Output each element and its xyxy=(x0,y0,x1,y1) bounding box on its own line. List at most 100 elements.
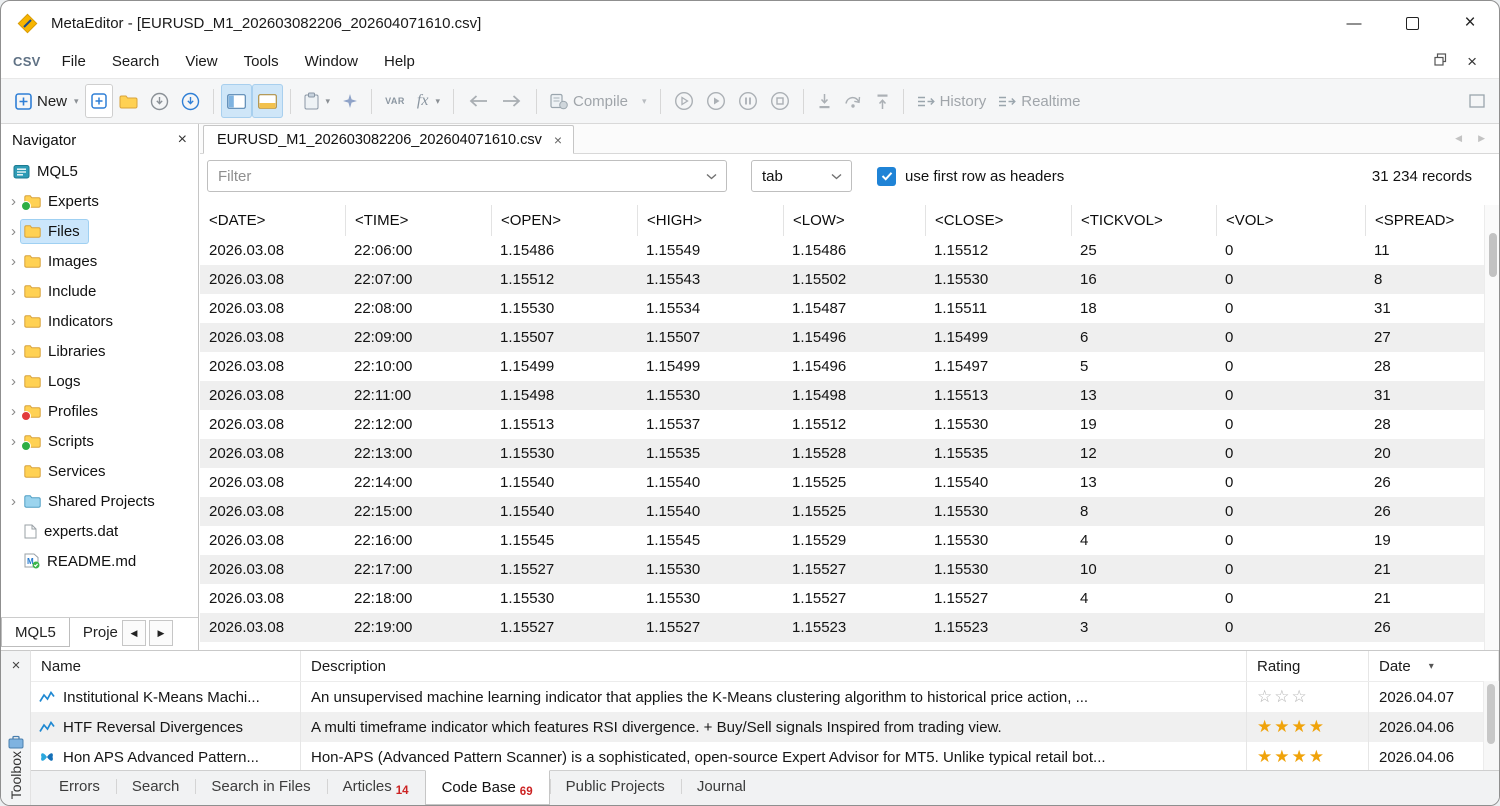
nav-item-include[interactable]: ›Include xyxy=(1,276,198,306)
toolbox-tab-journal[interactable]: Journal xyxy=(681,771,762,802)
toolbox-tab-errors[interactable]: Errors xyxy=(43,771,116,802)
column-header-name[interactable]: Name xyxy=(31,651,301,681)
nav-item-scripts[interactable]: ›Scripts xyxy=(1,426,198,456)
nav-item-experts[interactable]: ›Experts xyxy=(1,186,198,216)
toolbox-tab-code-base[interactable]: Code Base69 xyxy=(425,770,550,805)
compile-button[interactable]: Compile xyxy=(544,84,634,118)
toolbox-tab-public-projects[interactable]: Public Projects xyxy=(550,771,681,802)
csv-row[interactable]: 2026.03.0822:13:001.155301.155351.155281… xyxy=(200,439,1485,468)
tabs-scroll-right-icon[interactable]: ▶ xyxy=(1478,133,1485,144)
csv-row[interactable]: 2026.03.0822:19:001.155271.155271.155231… xyxy=(200,613,1485,642)
tab-scroll-left-button[interactable]: ◀ xyxy=(122,620,146,646)
star-icon[interactable]: ☆ xyxy=(1257,687,1274,707)
column-header[interactable]: <TIME> xyxy=(345,205,491,236)
csv-row[interactable]: 2026.03.0822:10:001.154991.154991.154961… xyxy=(200,352,1485,381)
chevron-down-icon[interactable] xyxy=(822,173,851,180)
close-button[interactable]: × xyxy=(1441,1,1499,45)
star-icon[interactable]: ☆ xyxy=(1292,687,1309,707)
column-header[interactable]: <LOW> xyxy=(783,205,925,236)
tabs-scroll-left-icon[interactable]: ◀ xyxy=(1455,133,1462,144)
function-button[interactable]: fx ▾ xyxy=(411,84,446,118)
step-over-button[interactable] xyxy=(838,84,869,118)
star-icon[interactable]: ★ xyxy=(1257,717,1274,737)
csv-row[interactable]: 2026.03.0822:16:001.155451.155451.155291… xyxy=(200,526,1485,555)
star-icon[interactable]: ★ xyxy=(1292,717,1309,737)
close-document-icon[interactable]: × xyxy=(1467,52,1477,72)
nav-item-libraries[interactable]: ›Libraries xyxy=(1,336,198,366)
vertical-scrollbar[interactable] xyxy=(1484,205,1500,650)
csv-row[interactable]: 2026.03.0822:07:001.155121.155431.155021… xyxy=(200,265,1485,294)
open-file-button[interactable] xyxy=(113,84,144,118)
restore-document-icon[interactable] xyxy=(1434,53,1447,71)
menu-file[interactable]: File xyxy=(49,48,99,75)
expand-chevron-icon[interactable]: › xyxy=(6,433,21,450)
menu-help[interactable]: Help xyxy=(371,48,428,75)
scrollbar-thumb[interactable] xyxy=(1487,684,1495,744)
navigate-back-button[interactable] xyxy=(461,84,495,118)
download-mql5-button[interactable] xyxy=(175,84,206,118)
codebase-row[interactable]: Institutional K-Means Machi...An unsuper… xyxy=(31,682,1499,712)
expand-chevron-icon[interactable]: › xyxy=(6,373,21,390)
filter-combobox[interactable]: Filter xyxy=(207,160,727,192)
star-icon[interactable]: ★ xyxy=(1274,717,1291,737)
codebase-row[interactable]: HTF Reversal DivergencesA multi timefram… xyxy=(31,712,1499,742)
csv-row[interactable]: 2026.03.0822:12:001.155131.155371.155121… xyxy=(200,410,1485,439)
minimize-button[interactable]: — xyxy=(1325,1,1383,45)
column-header-date[interactable]: Date▾ xyxy=(1369,651,1499,681)
star-icon[interactable]: ★ xyxy=(1309,747,1326,767)
toolbox-tab-search[interactable]: Search xyxy=(116,771,196,802)
csv-row[interactable]: 2026.03.0822:14:001.155401.155401.155251… xyxy=(200,468,1485,497)
star-icon[interactable]: ★ xyxy=(1309,717,1326,737)
toolbox-tab-search-in-files[interactable]: Search in Files xyxy=(195,771,326,802)
window-layout-button[interactable] xyxy=(1463,84,1491,118)
nav-item-mql5[interactable]: MQL5 xyxy=(1,156,198,186)
expand-chevron-icon[interactable]: › xyxy=(6,223,21,240)
tab-close-icon[interactable]: × xyxy=(554,132,562,148)
expand-chevron-icon[interactable]: › xyxy=(6,493,21,510)
expand-chevron-icon[interactable]: › xyxy=(6,193,21,210)
scrollbar-thumb[interactable] xyxy=(1489,233,1497,277)
navigator-close-icon[interactable]: × xyxy=(178,131,187,149)
csv-row[interactable]: 2026.03.0822:08:001.155301.155341.154871… xyxy=(200,294,1485,323)
codebase-row[interactable]: Hon APS Advanced Pattern...Hon-APS (Adva… xyxy=(31,742,1499,772)
nav-item-experts-dat[interactable]: experts.dat xyxy=(1,516,198,546)
column-header[interactable]: <SPREAD> xyxy=(1365,205,1485,236)
download-history-button[interactable] xyxy=(144,84,175,118)
nav-item-logs[interactable]: ›Logs xyxy=(1,366,198,396)
start-profiler-button[interactable] xyxy=(700,84,732,118)
variables-button[interactable]: VAR xyxy=(379,84,411,118)
toggle-navigator-button[interactable] xyxy=(221,84,252,118)
nav-item-shared-projects[interactable]: ›Shared Projects xyxy=(1,486,198,516)
navigator-tab-proje[interactable]: Proje xyxy=(70,618,119,646)
pause-button[interactable] xyxy=(732,84,764,118)
nav-item-services[interactable]: Services xyxy=(1,456,198,486)
paste-button[interactable]: ▾ xyxy=(298,84,337,118)
csv-row[interactable]: 2026.03.0822:18:001.155301.155301.155271… xyxy=(200,584,1485,613)
column-header-rating[interactable]: Rating xyxy=(1247,651,1369,681)
column-header-description[interactable]: Description xyxy=(301,651,1247,681)
star-icon[interactable]: ☆ xyxy=(1274,687,1291,707)
chevron-down-icon[interactable] xyxy=(697,173,726,180)
column-header[interactable]: <HIGH> xyxy=(637,205,783,236)
toolbox-close-icon[interactable]: × xyxy=(1,657,31,674)
nav-item-files[interactable]: ›Files xyxy=(1,216,198,246)
document-tab-csv[interactable]: EURUSD_M1_202603082206_202604071610.csv … xyxy=(203,125,574,154)
new-button[interactable]: New ▾ xyxy=(9,84,85,118)
column-header[interactable]: <DATE> xyxy=(200,205,345,236)
expand-chevron-icon[interactable]: › xyxy=(6,253,21,270)
menu-window[interactable]: Window xyxy=(292,48,371,75)
nav-item-readme-md[interactable]: MREADME.md xyxy=(1,546,198,576)
sort-arrow-icon[interactable]: ▾ xyxy=(1429,661,1434,672)
expand-chevron-icon[interactable]: › xyxy=(6,343,21,360)
csv-row[interactable]: 2026.03.0822:15:001.155401.155401.155251… xyxy=(200,497,1485,526)
new-document-button[interactable] xyxy=(85,84,113,118)
column-header[interactable]: <VOL> xyxy=(1216,205,1365,236)
maximize-button[interactable] xyxy=(1383,1,1441,45)
start-debug-button[interactable] xyxy=(668,84,700,118)
csv-row[interactable]: 2026.03.0822:17:001.155271.155301.155271… xyxy=(200,555,1485,584)
nav-item-images[interactable]: ›Images xyxy=(1,246,198,276)
star-icon[interactable]: ★ xyxy=(1274,747,1291,767)
navigate-forward-button[interactable] xyxy=(495,84,529,118)
column-header[interactable]: <CLOSE> xyxy=(925,205,1071,236)
codebase-scrollbar[interactable] xyxy=(1483,681,1499,770)
